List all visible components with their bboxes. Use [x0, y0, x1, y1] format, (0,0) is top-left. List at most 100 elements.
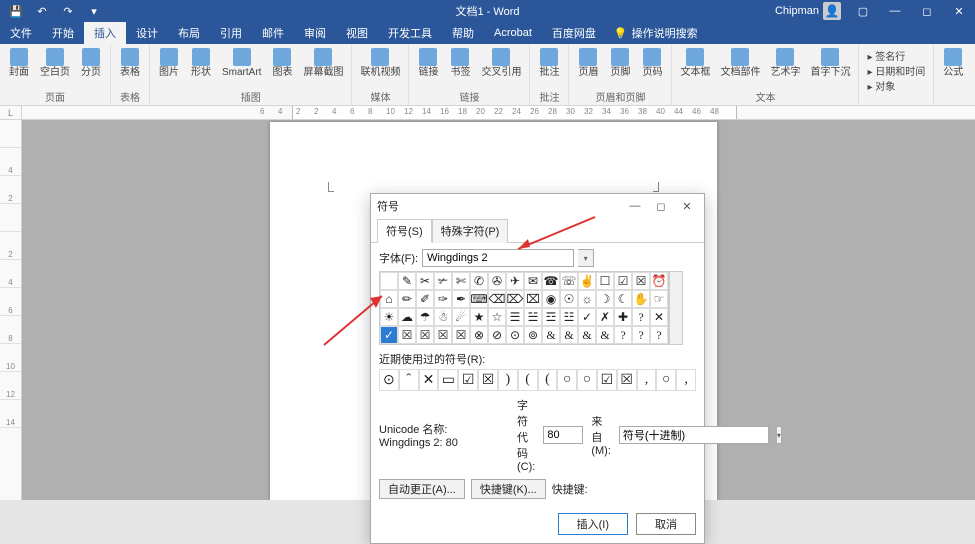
symbol-cell[interactable]: ☂	[416, 308, 434, 326]
symbol-cell[interactable]: ?	[650, 326, 668, 344]
公式-button[interactable]: 公式	[938, 46, 968, 80]
对象-button[interactable]: ▸ 对象	[867, 78, 925, 93]
symbol-cell[interactable]: ✌	[578, 272, 596, 290]
tab-special-chars[interactable]: 特殊字符(P)	[432, 219, 509, 243]
user-badge[interactable]: Chipman 👤	[769, 2, 847, 20]
文档部件-button[interactable]: 文档部件	[716, 46, 764, 80]
SmartArt-button[interactable]: SmartArt	[218, 46, 265, 80]
首字下沉-button[interactable]: 首字下沉	[806, 46, 854, 80]
链接-button[interactable]: 链接	[413, 46, 443, 80]
tab-symbols[interactable]: 符号(S)	[377, 219, 432, 243]
表格-button[interactable]: 表格	[115, 46, 145, 80]
recent-symbol-cell[interactable]: ˆ	[399, 369, 419, 391]
tab-开发工具[interactable]: 开发工具	[378, 22, 442, 44]
symbol-cell[interactable]: ✕	[650, 308, 668, 326]
grid-scrollbar[interactable]	[669, 271, 683, 345]
symbol-cell[interactable]: ☱	[524, 308, 542, 326]
symbol-cell[interactable]: ⌂	[380, 290, 398, 308]
from-select[interactable]	[619, 426, 769, 444]
书签-button[interactable]: 书签	[445, 46, 475, 80]
dialog-minimize-icon[interactable]: —	[624, 197, 646, 215]
symbol-cell[interactable]: ✗	[596, 308, 614, 326]
symbol-cell[interactable]: &	[560, 326, 578, 344]
图片-button[interactable]: 图片	[154, 46, 184, 80]
symbol-cell[interactable]: ☞	[650, 290, 668, 308]
symbol-cell[interactable]: ☎	[542, 272, 560, 290]
tab-帮助[interactable]: 帮助	[442, 22, 484, 44]
tab-插入[interactable]: 插入	[84, 22, 126, 44]
艺术字-button[interactable]: 艺术字	[766, 46, 804, 80]
tab-邮件[interactable]: 邮件	[252, 22, 294, 44]
dialog-titlebar[interactable]: 符号 — ◻ ✕	[371, 194, 704, 218]
shortcut-key-button[interactable]: 快捷键(K)...	[471, 479, 546, 499]
tab-设计[interactable]: 设计	[126, 22, 168, 44]
symbol-cell[interactable]: ⊘	[488, 326, 506, 344]
tab-引用[interactable]: 引用	[210, 22, 252, 44]
封面-button[interactable]: 封面	[4, 46, 34, 80]
symbol-cell[interactable]: ☃	[434, 308, 452, 326]
symbol-cell[interactable]: ?	[632, 326, 650, 344]
symbol-cell[interactable]: ☳	[560, 308, 578, 326]
symbol-cell[interactable]: ✏	[398, 290, 416, 308]
形状-button[interactable]: 形状	[186, 46, 216, 80]
symbol-cell[interactable]: ✈	[506, 272, 524, 290]
symbol-cell[interactable]: ☒	[632, 272, 650, 290]
symbol-cell[interactable]: ☒	[452, 326, 470, 344]
recent-symbol-cell[interactable]: ▭	[438, 369, 458, 391]
symbol-cell[interactable]: ☀	[380, 308, 398, 326]
recent-symbol-cell[interactable]: (	[518, 369, 538, 391]
符号-button[interactable]: 符号	[970, 46, 975, 80]
symbol-cell[interactable]: ☑	[614, 272, 632, 290]
symbol-cell[interactable]: ✚	[614, 308, 632, 326]
tab-开始[interactable]: 开始	[42, 22, 84, 44]
cancel-button[interactable]: 取消	[636, 513, 696, 535]
联机视频-button[interactable]: 联机视频	[356, 46, 404, 80]
symbol-cell[interactable]: ☾	[614, 290, 632, 308]
symbol-cell[interactable]: ✑	[434, 290, 452, 308]
symbol-cell[interactable]: ☒	[416, 326, 434, 344]
dialog-maximize-icon[interactable]: ◻	[650, 197, 672, 215]
symbol-cell[interactable]: ◉	[542, 290, 560, 308]
symbol-cell[interactable]: ☒	[434, 326, 452, 344]
close-icon[interactable]: ✕	[943, 0, 975, 22]
redo-icon[interactable]: ↷	[56, 1, 80, 21]
font-dropdown-icon[interactable]: ▾	[578, 249, 594, 267]
symbol-cell[interactable]: ⊙	[506, 326, 524, 344]
recent-symbol-cell[interactable]: (	[538, 369, 558, 391]
symbol-cell[interactable]	[380, 272, 398, 290]
文本框-button[interactable]: 文本框	[676, 46, 714, 80]
symbol-cell[interactable]: ✃	[434, 272, 452, 290]
recent-symbol-cell[interactable]: )	[498, 369, 518, 391]
recent-symbol-cell[interactable]: ☑	[597, 369, 617, 391]
recent-symbol-cell[interactable]: ○	[656, 369, 676, 391]
symbol-cell[interactable]: ☆	[488, 308, 506, 326]
ribbon-options-icon[interactable]: ▢	[847, 0, 879, 22]
symbol-cell[interactable]: ✓	[578, 308, 596, 326]
symbol-cell[interactable]: ☽	[596, 290, 614, 308]
symbol-cell[interactable]: ☁	[398, 308, 416, 326]
recent-symbol-cell[interactable]: ○	[557, 369, 577, 391]
symbol-cell[interactable]: ☒	[398, 326, 416, 344]
symbol-cell[interactable]: &	[542, 326, 560, 344]
批注-button[interactable]: 批注	[534, 46, 564, 80]
tab-百度网盘[interactable]: 百度网盘	[542, 22, 606, 44]
maximize-icon[interactable]: ◻	[911, 0, 943, 22]
symbol-cell[interactable]: ✂	[416, 272, 434, 290]
symbol-cell[interactable]: ✆	[470, 272, 488, 290]
recent-symbol-cell[interactable]: ☒	[478, 369, 498, 391]
日期和时间-button[interactable]: ▸ 日期和时间	[867, 63, 925, 78]
tab-Acrobat[interactable]: Acrobat	[484, 22, 542, 44]
symbol-cell[interactable]: ⌧	[524, 290, 542, 308]
symbol-cell[interactable]: ☄	[452, 308, 470, 326]
recent-symbol-cell[interactable]: ,	[676, 369, 696, 391]
symbol-cell[interactable]: ☉	[560, 290, 578, 308]
页脚-button[interactable]: 页脚	[605, 46, 635, 80]
页码-button[interactable]: 页码	[637, 46, 667, 80]
symbol-cell[interactable]: ?	[614, 326, 632, 344]
tell-me-search[interactable]: 💡操作说明搜索	[614, 22, 698, 44]
from-dropdown-icon[interactable]: ▾	[777, 426, 782, 444]
symbol-cell[interactable]: ☲	[542, 308, 560, 326]
页眉-button[interactable]: 页眉	[573, 46, 603, 80]
symbol-cell[interactable]: ⌦	[506, 290, 524, 308]
symbol-cell[interactable]: ⌫	[488, 290, 506, 308]
